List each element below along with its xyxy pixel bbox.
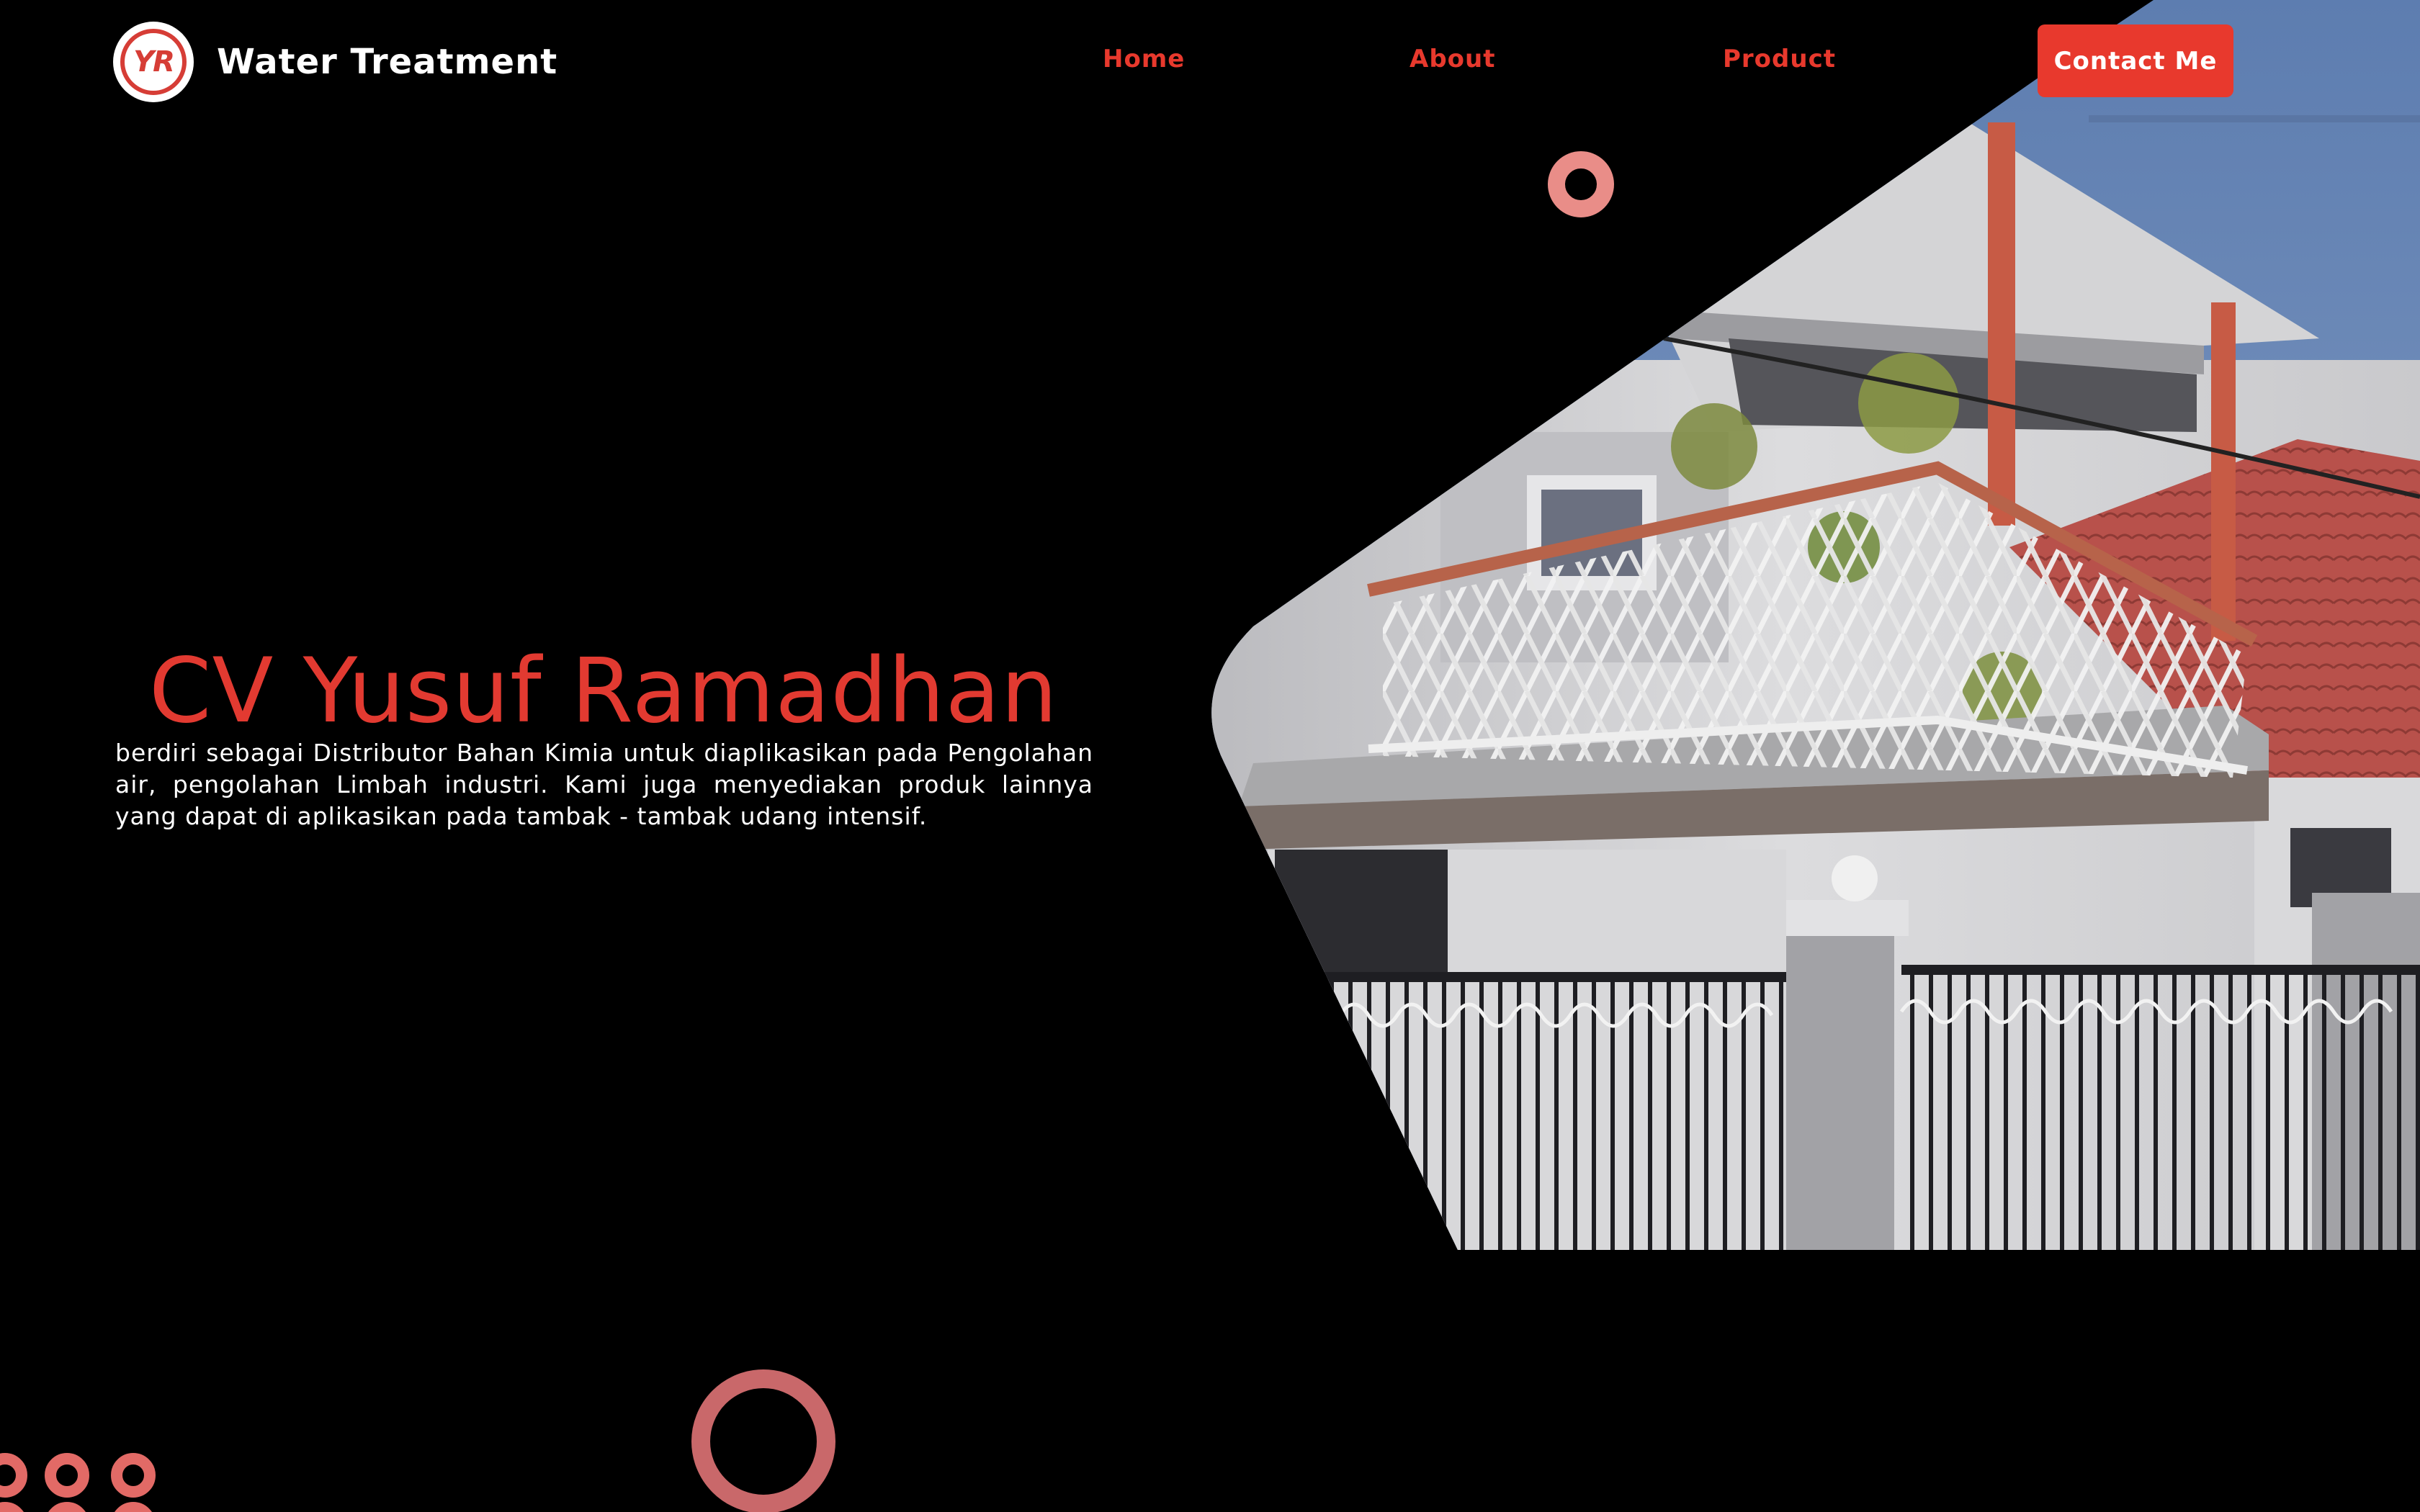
brand[interactable]: YR Water Treatment: [113, 22, 557, 102]
nav-about-link[interactable]: About: [1410, 45, 1495, 73]
nav-home-link[interactable]: Home: [1103, 45, 1185, 73]
decorative-dot-ring-icon: [0, 1502, 27, 1512]
landing-page: YR Water Treatment Home About Product Co…: [0, 0, 2420, 1512]
hero-house-image: [1211, 0, 2420, 1250]
logo-text: YR: [133, 45, 175, 78]
decorative-dot-ring-icon: [111, 1502, 156, 1512]
decorative-dot-ring-icon: [45, 1502, 89, 1512]
decorative-dot-ring-icon: [0, 1453, 27, 1498]
nav-product-link[interactable]: Product: [1723, 45, 1836, 73]
decorative-ring-icon: [1548, 151, 1614, 217]
decorative-dot-ring-icon: [111, 1453, 156, 1498]
brand-name[interactable]: Water Treatment: [217, 42, 557, 82]
decorative-dot-ring-icon: [45, 1453, 89, 1498]
decorative-ring-large-icon: [691, 1369, 835, 1512]
hero-description: berdiri sebagai Distributor Bahan Kimia …: [115, 739, 1093, 830]
contact-me-button[interactable]: Contact Me: [2038, 24, 2233, 97]
hero-title: CV Yusuf Ramadhan: [148, 639, 1059, 743]
company-logo-icon[interactable]: YR: [113, 22, 194, 102]
navbar: YR Water Treatment Home About Product Co…: [0, 0, 2420, 122]
